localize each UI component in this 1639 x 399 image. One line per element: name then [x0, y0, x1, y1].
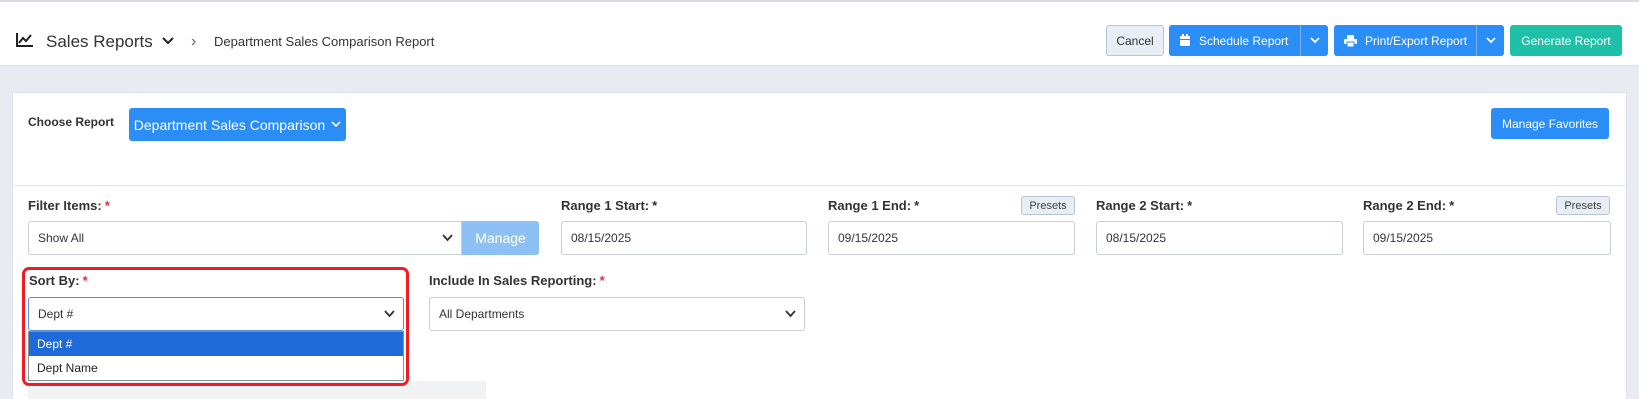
range1-end-input[interactable]: 09/15/2025: [828, 221, 1075, 255]
range2-presets-button[interactable]: Presets: [1556, 196, 1610, 215]
required-marker: *: [914, 198, 920, 213]
include-in-sales-label: Include In Sales Reporting: *: [429, 273, 605, 288]
calendar-icon: [1180, 34, 1190, 46]
sort-by-option-dept-number[interactable]: Dept #: [29, 332, 403, 356]
range1-start-label-text: Range 1 Start:: [561, 198, 650, 213]
manage-filter-label: Manage: [475, 230, 526, 246]
chevron-down-icon: [1485, 37, 1496, 44]
sort-by-label-text: Sort By:: [29, 273, 80, 288]
range2-start-value: 08/15/2025: [1106, 231, 1167, 245]
required-marker: *: [1187, 198, 1193, 213]
filter-items-label-text: Filter Items:: [28, 198, 102, 213]
range2-end-label-text: Range 2 End:: [1363, 198, 1447, 213]
line-chart-icon: [16, 33, 33, 47]
sort-by-option-dept-name[interactable]: Dept Name: [29, 356, 403, 380]
range2-start-input[interactable]: 08/15/2025: [1096, 221, 1343, 255]
schedule-report-dropdown-toggle[interactable]: [1300, 25, 1328, 56]
choose-report-label: Choose Report: [28, 115, 115, 129]
range2-end-input[interactable]: 09/15/2025: [1363, 221, 1611, 255]
required-marker: *: [1449, 198, 1455, 213]
chevron-down-icon: [785, 310, 796, 318]
range1-end-label: Range 1 End: *: [828, 198, 919, 213]
range2-start-label-text: Range 2 Start:: [1096, 198, 1185, 213]
schedule-report-main[interactable]: Schedule Report: [1169, 34, 1300, 48]
required-marker: *: [652, 198, 658, 213]
print-export-main[interactable]: Print/Export Report: [1334, 34, 1476, 48]
include-in-sales-label-text: Include In Sales Reporting:: [429, 273, 597, 288]
print-export-label: Print/Export Report: [1365, 33, 1468, 48]
print-export-dropdown-toggle[interactable]: [1476, 25, 1504, 56]
schedule-report-button[interactable]: Schedule Report: [1169, 25, 1328, 56]
print-export-button[interactable]: Print/Export Report: [1334, 25, 1504, 56]
generate-report-label: Generate Report: [1521, 33, 1611, 48]
printer-icon: [1344, 34, 1357, 47]
manage-favorites-button[interactable]: Manage Favorites: [1491, 108, 1609, 139]
filter-items-value: Show All: [38, 231, 85, 245]
manage-favorites-label: Manage Favorites: [1501, 116, 1599, 131]
range1-start-input[interactable]: 08/15/2025: [561, 221, 807, 255]
required-marker: *: [104, 198, 110, 213]
filter-items-label: Filter Items: *: [28, 198, 110, 213]
required-marker: *: [82, 273, 88, 288]
required-marker: *: [599, 273, 605, 288]
range1-end-label-text: Range 1 End:: [828, 198, 912, 213]
range1-presets-button[interactable]: Presets: [1021, 196, 1075, 215]
sort-by-options-list: Dept # Dept Name: [28, 331, 404, 381]
include-in-sales-value: All Departments: [439, 307, 525, 321]
manage-filter-button[interactable]: Manage: [462, 221, 539, 255]
schedule-report-label: Schedule Report: [1199, 33, 1289, 48]
choose-report-dropdown[interactable]: Department Sales Comparison: [129, 108, 346, 141]
chevron-down-icon[interactable]: [162, 36, 174, 46]
sort-by-value: Dept #: [38, 307, 74, 321]
sort-by-select[interactable]: Dept #: [28, 297, 404, 331]
range2-start-label: Range 2 Start: *: [1096, 198, 1192, 213]
content-placeholder: [28, 381, 486, 399]
top-header-bar: Sales Reports › Department Sales Compari…: [0, 0, 1639, 66]
range1-start-label: Range 1 Start: *: [561, 198, 657, 213]
cancel-button-label: Cancel: [1116, 33, 1154, 48]
breadcrumb-separator: ›: [191, 33, 197, 50]
section-title[interactable]: Sales Reports: [46, 32, 153, 52]
range1-presets-label: Presets: [1029, 199, 1067, 212]
range2-end-label: Range 2 End: *: [1363, 198, 1454, 213]
chevron-down-icon: [384, 310, 395, 318]
range2-presets-label: Presets: [1564, 199, 1602, 212]
filter-items-select[interactable]: Show All: [28, 221, 462, 255]
breadcrumb-current-page: Department Sales Comparison Report: [214, 34, 435, 49]
generate-report-button[interactable]: Generate Report: [1510, 25, 1622, 56]
include-in-sales-select[interactable]: All Departments: [429, 297, 805, 331]
range1-end-value: 09/15/2025: [838, 231, 899, 245]
sort-by-label: Sort By: *: [29, 273, 88, 288]
chevron-down-icon: [1309, 37, 1320, 44]
cancel-button[interactable]: Cancel: [1106, 25, 1164, 56]
choose-report-selected: Department Sales Comparison: [133, 116, 326, 133]
range1-start-value: 08/15/2025: [571, 231, 632, 245]
chevron-down-icon: [331, 121, 341, 128]
range2-end-value: 09/15/2025: [1373, 231, 1434, 245]
section-divider: [13, 185, 1626, 186]
chevron-down-icon: [442, 234, 453, 242]
